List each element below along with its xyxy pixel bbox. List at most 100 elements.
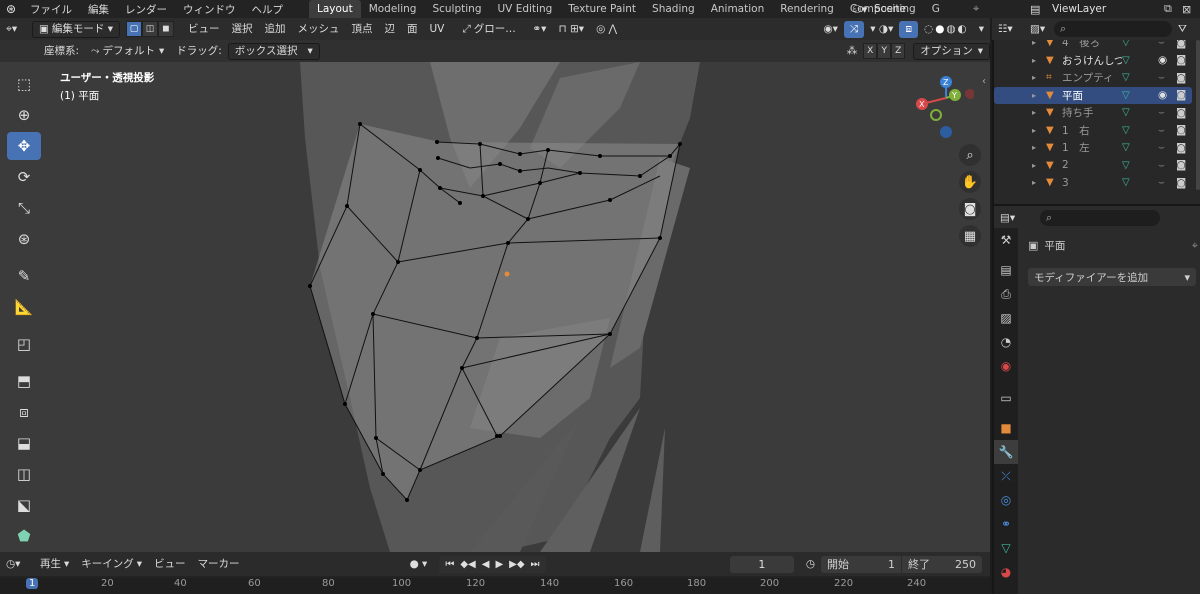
blender-logo-icon[interactable]: ⊛ bbox=[0, 0, 22, 18]
transform-orientation-dropdown[interactable]: ⤢ グロー… bbox=[456, 21, 526, 38]
move-tool-icon[interactable]: ✥ bbox=[7, 132, 41, 160]
gizmo-neg-y-handle[interactable] bbox=[930, 109, 942, 121]
visibility-eye-icon[interactable]: ⌣ bbox=[1158, 159, 1176, 172]
editor-type-outliner-icon[interactable]: ☷▾ bbox=[992, 21, 1024, 38]
mirror-y-toggle[interactable]: Y bbox=[877, 43, 892, 59]
tab-texture-paint[interactable]: Texture Paint bbox=[560, 0, 644, 18]
menu-mesh[interactable]: メッシュ bbox=[292, 21, 346, 38]
mirror-z-toggle[interactable]: Z bbox=[891, 43, 906, 59]
overlay-toggle-icon[interactable]: ▾ ◑▾ bbox=[864, 21, 899, 38]
drag-action-dropdown[interactable]: ボックス選択 ▾ bbox=[227, 42, 320, 60]
menu-view[interactable]: ビュー bbox=[182, 21, 226, 38]
outliner-row[interactable]: ▸ ⌗ エンプティ ▽ ⌣ ◙ bbox=[994, 69, 1192, 87]
filter-icon[interactable]: ⛛ bbox=[1172, 21, 1193, 38]
render-tab-icon[interactable]: ▤ bbox=[994, 258, 1018, 282]
keying-menu[interactable]: キーイング ▾ bbox=[75, 556, 148, 573]
scene-tab-icon[interactable]: ◔ bbox=[994, 330, 1018, 354]
editor-type-icon[interactable]: ⌖▾ bbox=[0, 21, 32, 38]
render-camera-icon[interactable]: ◙ bbox=[1176, 177, 1192, 189]
expand-arrow-icon[interactable]: ▸ bbox=[1032, 108, 1046, 117]
marker-menu[interactable]: マーカー bbox=[192, 556, 246, 573]
object-tab-icon[interactable]: ■ bbox=[994, 416, 1018, 440]
timeline-ruler[interactable]: 1 20 40 60 80 100 120 140 160 180 200 22… bbox=[0, 578, 990, 594]
outliner-list[interactable]: ▸▼4 後ろ▽⌣◙▸▼おうけんしつらい▽◉◙▸⌗エンプティ▽⌣◙▸▼平面▽◉◙▸… bbox=[994, 38, 1200, 204]
jump-start-icon[interactable]: ⏮ bbox=[445, 559, 454, 570]
gizmo-neg-x-handle[interactable] bbox=[965, 89, 975, 99]
render-camera-icon[interactable]: ◙ bbox=[1176, 107, 1192, 119]
menu-uv[interactable]: UV bbox=[424, 21, 451, 38]
gizmo-neg-z-handle[interactable] bbox=[940, 126, 952, 138]
pin-icon[interactable]: ⌖ bbox=[973, 2, 989, 16]
add-modifier-dropdown[interactable]: モディファイアーを追加 ▾ bbox=[1028, 268, 1196, 286]
perspective-grid-icon[interactable]: ▦ bbox=[959, 225, 981, 247]
options-dropdown[interactable]: オプション ▾ bbox=[913, 42, 990, 60]
tool-tab-icon[interactable]: ⚒ bbox=[994, 228, 1018, 252]
outliner-row[interactable]: ▸ ▼ 2 ▽ ⌣ ◙ bbox=[994, 157, 1192, 175]
render-camera-icon[interactable]: ◙ bbox=[1176, 124, 1192, 136]
navigation-gizmo[interactable]: Z Y X bbox=[910, 74, 975, 140]
pivot-point-icon[interactable]: ⚭▾ bbox=[526, 21, 552, 38]
particles-tab-icon[interactable]: ⤫ bbox=[994, 464, 1018, 488]
sidebar-toggle-icon[interactable]: ‹ bbox=[982, 76, 986, 87]
outliner-row[interactable]: ▸ ▼ 3 ▽ ⌣ ◙ bbox=[994, 174, 1192, 192]
expand-arrow-icon[interactable]: ▸ bbox=[1032, 143, 1046, 152]
3d-viewport[interactable]: ユーザー・透視投影 (1) 平面 Z Y X ⌕ ✋ ◙ ▦ ‹ bbox=[0, 18, 990, 552]
tab-layout[interactable]: Layout bbox=[309, 0, 361, 18]
coordinate-system-dropdown[interactable]: ⤳ デフォルト ▾ bbox=[85, 43, 170, 60]
visibility-icon[interactable]: ◉▾ bbox=[817, 21, 843, 38]
pan-hand-icon[interactable]: ✋ bbox=[959, 171, 981, 193]
visibility-eye-icon[interactable]: ◉ bbox=[1158, 54, 1176, 66]
cursor-tool-icon[interactable]: ⊕ bbox=[7, 101, 41, 129]
menu-help[interactable]: ヘルプ bbox=[244, 2, 292, 17]
knife-tool-icon[interactable]: ⬕ bbox=[7, 491, 41, 519]
tab-rendering[interactable]: Rendering bbox=[772, 0, 842, 18]
view-layer-selector[interactable]: ▤ ViewLayer ⧉ ⊠ bbox=[1030, 0, 1200, 18]
tab-modeling[interactable]: Modeling bbox=[361, 0, 425, 18]
physics-tab-icon[interactable]: ◎ bbox=[994, 488, 1018, 512]
tab-sculpting[interactable]: Sculpting bbox=[424, 0, 489, 18]
jump-end-icon[interactable]: ⏭ bbox=[531, 559, 540, 570]
material-tab-icon[interactable]: ◕ bbox=[994, 560, 1018, 584]
mode-dropdown[interactable]: ▣ 編集モード ▾ bbox=[32, 20, 120, 38]
playback-menu[interactable]: 再生 ▾ bbox=[34, 556, 75, 573]
outliner-row[interactable]: ▸ ▼ 1 右 ▽ ⌣ ◙ bbox=[994, 122, 1192, 140]
snap-icon[interactable]: ⊓ ⊞▾ bbox=[552, 21, 590, 38]
new-view-layer-icon[interactable]: ⧉ bbox=[1164, 2, 1182, 16]
render-camera-icon[interactable]: ◙ bbox=[1176, 89, 1192, 101]
frame-marker-current[interactable]: 1 bbox=[26, 578, 39, 589]
world-tab-icon[interactable]: ◉ bbox=[994, 354, 1018, 378]
remove-view-layer-icon[interactable]: ⊠ bbox=[1182, 3, 1200, 16]
rendered-shading-icon[interactable]: ◐ bbox=[958, 21, 967, 38]
visibility-eye-icon[interactable]: ⌣ bbox=[1158, 106, 1176, 119]
editor-type-timeline-icon[interactable]: ◷▾ bbox=[0, 556, 34, 573]
editor-type-properties-icon[interactable]: ▤▾ bbox=[994, 210, 1026, 227]
mirror-x-toggle[interactable]: X bbox=[863, 43, 878, 59]
end-frame-field[interactable]: 終了 250 bbox=[902, 555, 982, 573]
render-camera-icon[interactable]: ◙ bbox=[1176, 72, 1192, 84]
tab-shading[interactable]: Shading bbox=[644, 0, 703, 18]
prev-keyframe-icon[interactable]: ◆◀ bbox=[460, 559, 475, 570]
gizmo-toggle-icon[interactable]: ⤨ bbox=[843, 20, 865, 38]
timeline-view-menu[interactable]: ビュー bbox=[148, 556, 192, 573]
select-box-tool-icon[interactable]: ⬚ bbox=[7, 70, 41, 98]
menu-render[interactable]: レンダー bbox=[117, 2, 175, 17]
vertex-select-icon[interactable]: ▢ bbox=[126, 21, 142, 37]
expand-arrow-icon[interactable]: ▸ bbox=[1032, 126, 1046, 135]
visibility-eye-icon[interactable]: ⌣ bbox=[1158, 124, 1176, 137]
add-cube-tool-icon[interactable]: ◰ bbox=[7, 330, 41, 358]
expand-arrow-icon[interactable]: ▸ bbox=[1032, 178, 1046, 187]
measure-tool-icon[interactable]: 📐 bbox=[7, 293, 41, 321]
poly-build-tool-icon[interactable]: ⬟ bbox=[7, 522, 41, 550]
menu-edge[interactable]: 辺 bbox=[379, 21, 402, 38]
expand-arrow-icon[interactable]: ▸ bbox=[1032, 73, 1046, 82]
shading-options-icon[interactable]: ▾ bbox=[973, 21, 990, 38]
properties-search-input[interactable]: ⌕ bbox=[1040, 210, 1160, 226]
extrude-tool-icon[interactable]: ⬒ bbox=[7, 367, 41, 395]
play-icon[interactable]: ▶ bbox=[495, 559, 503, 570]
scale-tool-icon[interactable]: ⤡ bbox=[7, 194, 41, 222]
current-frame-field[interactable]: 1 bbox=[729, 555, 794, 573]
outliner-search-input[interactable]: ⌕ bbox=[1054, 21, 1172, 37]
visibility-eye-icon[interactable]: ⌣ bbox=[1158, 176, 1176, 189]
menu-window[interactable]: ウィンドウ bbox=[175, 2, 244, 17]
mirror-icon[interactable]: ⁂ bbox=[841, 43, 864, 60]
